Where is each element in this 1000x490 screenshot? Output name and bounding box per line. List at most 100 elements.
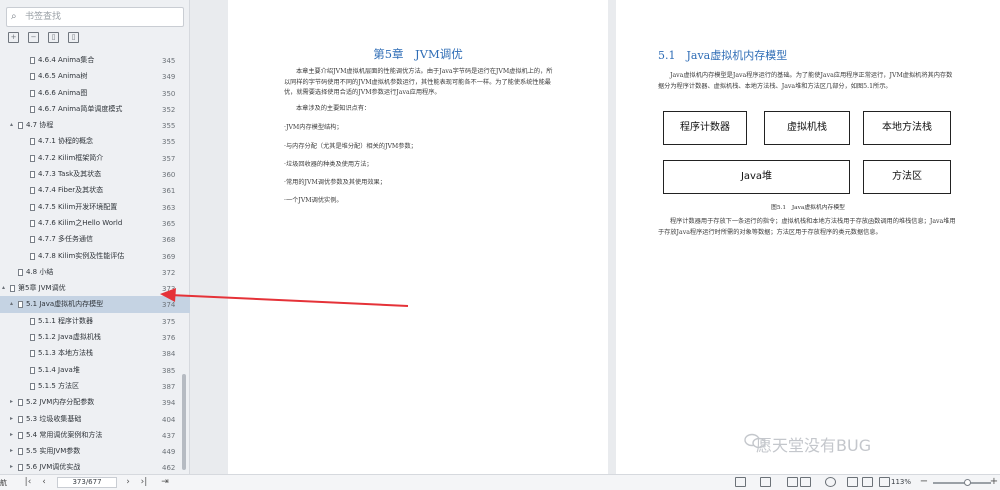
toc-item[interactable]: 4.7.4 Fiber及其状态 361	[0, 182, 190, 198]
page-icon	[30, 105, 35, 113]
toc-item-page: 345	[162, 57, 176, 65]
toc-item[interactable]: 4.7.1 协程的概念 355	[0, 133, 190, 149]
toc-item-label: 4.7.3 Task及其状态	[38, 170, 102, 179]
page-icon	[30, 73, 35, 81]
double-page-icon[interactable]	[800, 477, 811, 487]
toc-item-page: 357	[162, 154, 176, 163]
zoom-slider[interactable]	[933, 479, 991, 486]
fit-page-icon[interactable]	[879, 477, 890, 487]
toc-item-label: 5.5 实用JVM参数	[26, 447, 81, 456]
page-icon	[30, 317, 35, 325]
toc-item-label: 4.7.2 Kilim框架简介	[38, 153, 104, 162]
sidebar-toggle[interactable]: 航	[0, 478, 7, 488]
toc-item-label: 5.1.3 本地方法栈	[38, 349, 94, 358]
toc-item[interactable]: 4.7.8 Kilim实例及性能评估 369	[0, 248, 190, 264]
toc-item[interactable]: ▴ 5.1 Java虚拟机内存模型 374	[0, 296, 190, 313]
expand-arrow-icon[interactable]: ▸	[10, 427, 13, 443]
point-4: ·常用的JVM调优参数及其使用效果；	[284, 179, 386, 186]
single-page-icon[interactable]	[787, 477, 798, 487]
toc-item[interactable]: 4.7.5 Kilim开发环境配置 363	[0, 199, 190, 215]
page-icon	[30, 252, 35, 260]
toc-item[interactable]: 5.1.1 程序计数器 375	[0, 313, 190, 329]
toc-item[interactable]: 4.8 小结 372	[0, 264, 190, 280]
bookmark-sidebar: ⌕ 书签查找 + − ▯ ▯ 4.6.4 Anima集合 345 4.6.5 Ani…	[0, 0, 190, 474]
page-icon	[30, 203, 35, 211]
expand-arrow-icon[interactable]: ▸	[10, 394, 13, 410]
toc-item-label: 4.8 小结	[26, 267, 54, 276]
collapse-arrow-icon[interactable]: ▴	[10, 296, 13, 312]
toc-item-page: 437	[162, 431, 176, 440]
toc-item[interactable]: 4.7.6 Kilim之Hello World 365	[0, 215, 190, 231]
toc-item-label: 5.4 常用调优案例和方法	[26, 430, 103, 439]
diagram-box-vm-stack: 虚拟机栈	[764, 111, 850, 145]
toc-item[interactable]: ▸ 5.4 常用调优案例和方法 437	[0, 427, 190, 443]
toc-item[interactable]: 4.7.7 多任务通信 368	[0, 231, 190, 247]
last-page-button[interactable]: ›|	[138, 476, 150, 488]
zoom-out-button[interactable]: −	[918, 476, 930, 488]
toc-item-page: 349	[162, 73, 176, 82]
play-icon[interactable]	[825, 477, 836, 487]
toc-item[interactable]: 4.7.2 Kilim框架简介 357	[0, 150, 190, 166]
bookmark-icon[interactable]: ▯	[48, 32, 59, 43]
collapse-arrow-icon[interactable]: ▴	[10, 117, 13, 133]
toc-item[interactable]: 5.1.3 本地方法栈 384	[0, 345, 190, 361]
expand-arrow-icon[interactable]: ▸	[10, 411, 13, 427]
toc-item-label: 4.7.7 多任务通信	[38, 235, 94, 244]
goto-page-button[interactable]: ⇥	[159, 476, 171, 488]
bookmark-tree: 4.6.4 Anima集合 345 4.6.5 Anima树 349 4.6.6 Ani…	[0, 52, 190, 476]
page-icon	[18, 448, 23, 456]
toc-item-page: 394	[162, 399, 176, 408]
page-icon	[18, 301, 23, 309]
zoom-level[interactable]: 113%	[891, 476, 911, 488]
toc-item-label: 5.1.2 Java虚拟机栈	[38, 333, 101, 342]
bookmark-search-input[interactable]: ⌕ 书签查找	[6, 7, 184, 27]
toc-item[interactable]: ▸ 5.5 实用JVM参数 449	[0, 443, 190, 459]
zoom-slider-knob[interactable]	[964, 479, 972, 486]
collapse-all-icon[interactable]: −	[28, 32, 39, 43]
diagram-box-program-counter: 程序计数器	[663, 111, 747, 145]
section-intro: Java虚拟机内存模型是Java程序运行的基础。为了能使Java应用程序正常运行…	[658, 72, 953, 90]
read-mode-icon[interactable]	[735, 477, 746, 487]
toc-item[interactable]: ▸ 5.2 JVM内存分配参数 394	[0, 394, 190, 410]
toc-item[interactable]: 5.1.4 Java堆 385	[0, 362, 190, 378]
toc-item-page: 352	[162, 105, 176, 114]
scrollbar-thumb[interactable]	[182, 374, 186, 470]
first-page-button[interactable]: |‹	[22, 476, 34, 488]
toc-item-label: 5.1.1 程序计数器	[38, 316, 94, 325]
sidebar-scrollbar[interactable]	[180, 52, 188, 470]
toc-item[interactable]: 4.7.3 Task及其状态 360	[0, 166, 190, 182]
toc-item-label: 4.6.6 Anima图	[38, 88, 88, 97]
toc-item[interactable]: ▸ 5.3 垃圾收集基础 404	[0, 411, 190, 427]
zoom-in-button[interactable]: +	[988, 476, 1000, 488]
fit-width-icon[interactable]	[760, 477, 771, 487]
search-icon: ⌕	[11, 11, 17, 22]
expand-arrow-icon[interactable]: ▸	[10, 443, 13, 459]
toc-item-page: 375	[162, 317, 176, 326]
toc-item-page: 449	[162, 448, 176, 457]
expand-all-icon[interactable]: +	[8, 32, 19, 43]
toc-item[interactable]: ▴ 第5章 JVM调优 373	[0, 280, 190, 296]
page-icon	[18, 399, 23, 407]
chapter-title: 第5章 JVM调优	[373, 47, 463, 61]
search-placeholder: 书签查找	[25, 12, 62, 22]
toc-item-page: 361	[162, 187, 176, 196]
toc-item[interactable]: 4.6.7 Anima简单调度模式 352	[0, 101, 190, 117]
toc-item-page: 369	[162, 252, 176, 261]
toc-item-label: 4.7.5 Kilim开发环境配置	[38, 202, 118, 211]
continuous-icon[interactable]	[847, 477, 858, 487]
next-page-button[interactable]: ›	[122, 476, 134, 488]
toc-item[interactable]: 4.6.4 Anima集合 345	[0, 52, 190, 68]
bookmark-add-icon[interactable]: ▯	[68, 32, 79, 43]
prev-page-button[interactable]: ‹	[38, 476, 50, 488]
toc-item[interactable]: 5.1.5 方法区 387	[0, 378, 190, 394]
collapse-arrow-icon[interactable]: ▴	[2, 280, 5, 296]
toc-item[interactable]: 4.6.6 Anima图 350	[0, 85, 190, 101]
page-view-icon[interactable]	[862, 477, 873, 487]
toc-item[interactable]: 4.6.5 Anima树 349	[0, 68, 190, 84]
toc-item-label: 4.6.4 Anima集合	[38, 56, 95, 64]
page-number-input[interactable]: 373/677	[57, 477, 117, 488]
toc-item[interactable]: ▴ 4.7 协程 355	[0, 117, 190, 133]
toc-item[interactable]: 5.1.2 Java虚拟机栈 376	[0, 329, 190, 345]
document-page-left: 第5章 JVM调优 本章主要介绍JVM虚拟机层面的性能调优方法。由于Java字节…	[228, 0, 608, 474]
toc-item-label: 4.6.7 Anima简单调度模式	[38, 104, 123, 113]
